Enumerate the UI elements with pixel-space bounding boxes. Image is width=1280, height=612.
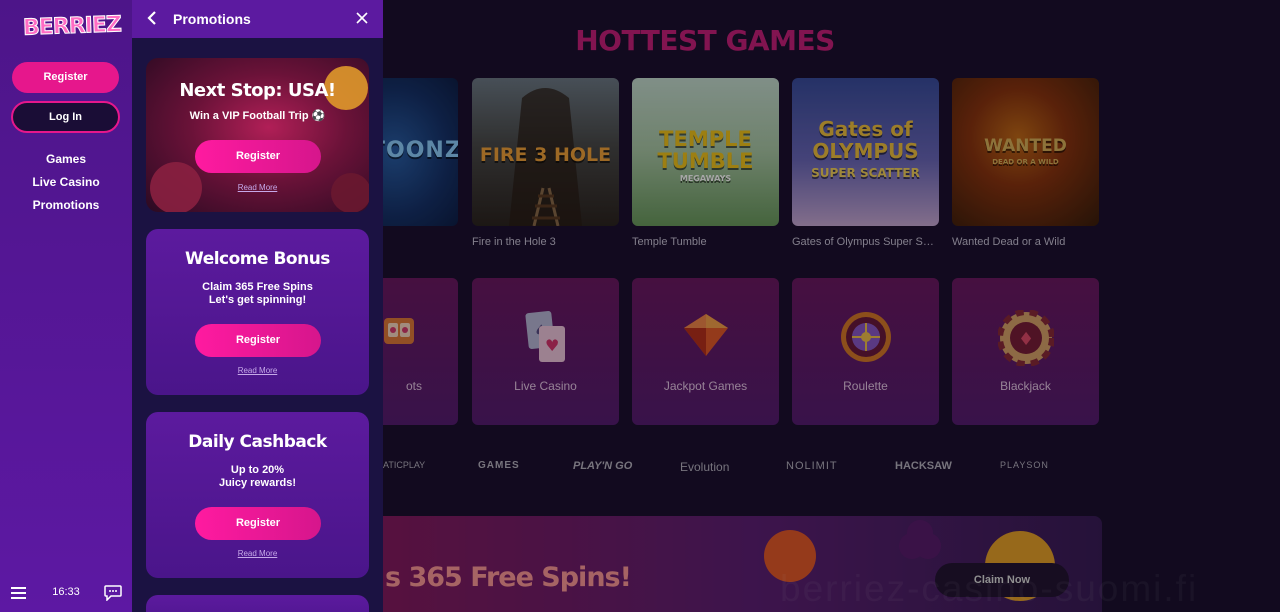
card-title: Next Stop: USA!	[179, 80, 336, 101]
card-title: Daily Cashback	[188, 432, 327, 452]
close-icon[interactable]	[356, 12, 368, 24]
promotions-panel: Promotions Next Stop: USA! Win a VIP Foo…	[132, 0, 383, 612]
card-subtitle: Juicy rewards!	[218, 477, 297, 489]
login-button[interactable]: Log In	[11, 101, 120, 133]
nav-promotions[interactable]: Promotions	[0, 198, 132, 212]
card-subtitle: Win a VIP Football Trip ⚽	[189, 110, 326, 122]
card-title: Welcome Bonus	[185, 249, 330, 269]
promo-card-cashback: Daily Cashback Up to 20% Juicy rewards! …	[146, 412, 369, 578]
chevron-left-icon[interactable]	[147, 11, 157, 25]
dim-overlay[interactable]	[383, 0, 1280, 612]
read-more-link[interactable]: Read More	[146, 549, 369, 558]
register-button[interactable]: Register	[12, 62, 119, 93]
register-button[interactable]: Register	[195, 324, 321, 357]
panel-title: Promotions	[173, 11, 251, 27]
promo-card-welcome: Welcome Bonus Claim 365 Free Spins Let's…	[146, 229, 369, 395]
brand-logo[interactable]: BERRIEZ	[22, 12, 122, 41]
register-button[interactable]: Register	[195, 140, 321, 173]
card-subtitle: Claim 365 Free Spins	[202, 281, 313, 293]
promo-card-usa: Next Stop: USA! Win a VIP Football Trip …	[146, 58, 369, 212]
panel-header: Promotions	[132, 0, 383, 38]
sidebar-bottom-bar: 16:33	[0, 580, 132, 612]
nav-live-casino[interactable]: Live Casino	[0, 175, 132, 189]
app: HOTTEST GAMES TOONZ FIRE 3 HOLE Fire in …	[0, 0, 1280, 612]
hamburger-menu-icon[interactable]	[11, 587, 26, 599]
card-subtitle: Up to 20%	[230, 464, 285, 476]
promo-card-next	[146, 595, 369, 612]
card-subtitle: Let's get spinning!	[208, 294, 307, 306]
clock: 16:33	[52, 586, 80, 598]
read-more-link[interactable]: Read More	[146, 366, 369, 375]
nav-games[interactable]: Games	[0, 152, 132, 166]
sidebar: BERRIEZ Register Log In Games Live Casin…	[0, 0, 132, 612]
register-button[interactable]: Register	[195, 507, 321, 540]
chat-icon[interactable]	[104, 585, 122, 601]
read-more-link[interactable]: Read More	[146, 183, 369, 192]
